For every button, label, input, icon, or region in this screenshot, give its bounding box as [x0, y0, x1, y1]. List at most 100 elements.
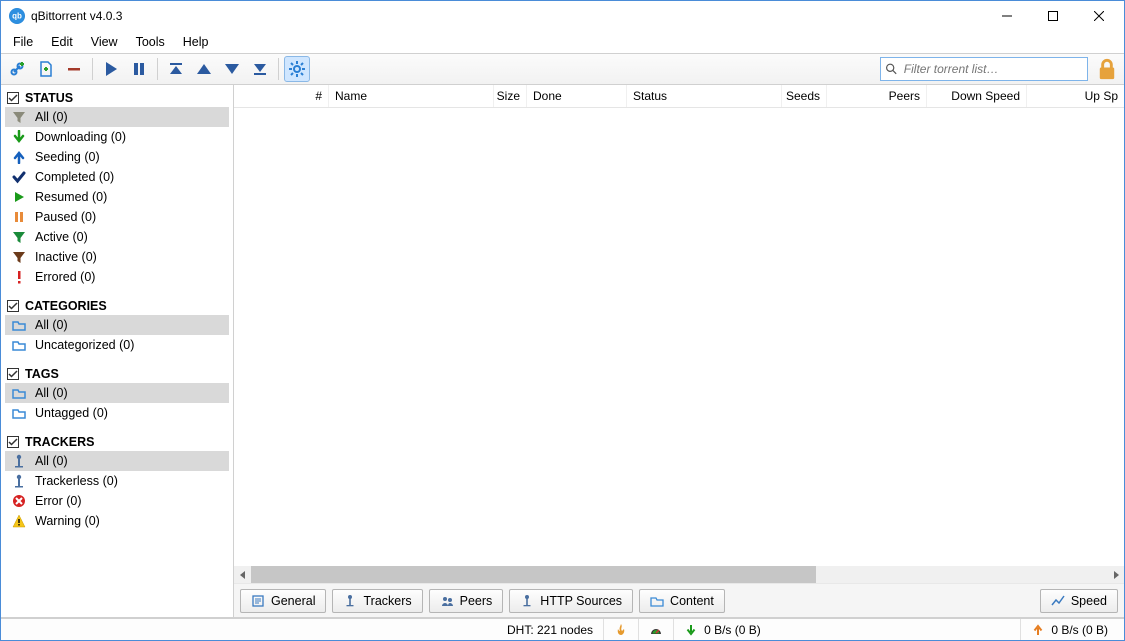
categories-uncategorized[interactable]: Uncategorized (0) [5, 335, 229, 355]
filter-search[interactable] [880, 57, 1088, 81]
col-size[interactable]: Size [497, 89, 520, 103]
folder-icon [11, 317, 27, 333]
window-title: qBittorrent v4.0.3 [31, 9, 122, 23]
col-seeds[interactable]: Seeds [786, 89, 820, 103]
status-up-speed[interactable]: 0 B/s (0 B) [1020, 619, 1118, 640]
status-active[interactable]: Active (0) [5, 227, 229, 247]
col-done[interactable]: Done [533, 89, 562, 103]
section-trackers[interactable]: TRACKERS [5, 431, 229, 451]
gauge-icon [649, 623, 663, 637]
settings-button[interactable] [284, 56, 310, 82]
tab-label: Speed [1071, 594, 1107, 608]
col-down[interactable]: Down Speed [951, 89, 1020, 103]
folder-icon [11, 337, 27, 353]
pause-button[interactable] [126, 56, 152, 82]
status-completed[interactable]: Completed (0) [5, 167, 229, 187]
tracker-icon [343, 594, 357, 608]
arrow-up-icon [1031, 623, 1045, 637]
maximize-button[interactable] [1030, 1, 1076, 31]
trackers-warning[interactable]: Warning (0) [5, 511, 229, 531]
menu-file[interactable]: File [5, 33, 41, 51]
remove-button[interactable] [61, 56, 87, 82]
horizontal-scrollbar[interactable] [234, 566, 1124, 583]
tags-all[interactable]: All (0) [5, 383, 229, 403]
col-name[interactable]: Name [335, 89, 367, 103]
col-up[interactable]: Up Sp [1085, 89, 1118, 103]
scroll-thumb[interactable] [251, 566, 816, 583]
tab-general[interactable]: General [240, 589, 326, 613]
tab-content[interactable]: Content [639, 589, 725, 613]
torrent-grid[interactable] [234, 108, 1124, 566]
check-icon [7, 368, 19, 380]
add-file-button[interactable] [33, 56, 59, 82]
sidebar-item-label: Resumed (0) [35, 190, 107, 204]
status-resumed[interactable]: Resumed (0) [5, 187, 229, 207]
check-icon [7, 436, 19, 448]
minimize-button[interactable] [984, 1, 1030, 31]
menu-tools[interactable]: Tools [128, 33, 173, 51]
status-down-speed[interactable]: 0 B/s (0 B) [673, 619, 771, 640]
section-tags[interactable]: TAGS [5, 363, 229, 383]
move-down-button[interactable] [219, 56, 245, 82]
menu-help[interactable]: Help [175, 33, 217, 51]
tab-label: Trackers [363, 594, 411, 608]
filter-icon [11, 229, 27, 245]
menu-bar: File Edit View Tools Help [1, 31, 1124, 53]
move-up-button[interactable] [191, 56, 217, 82]
tab-speed[interactable]: Speed [1040, 589, 1118, 613]
status-inactive[interactable]: Inactive (0) [5, 247, 229, 267]
tab-peers[interactable]: Peers [429, 589, 504, 613]
status-downloading[interactable]: Downloading (0) [5, 127, 229, 147]
play-icon [11, 189, 27, 205]
section-categories[interactable]: CATEGORIES [5, 295, 229, 315]
col-peers[interactable]: Peers [889, 89, 920, 103]
close-button[interactable] [1076, 1, 1122, 31]
status-dht[interactable]: DHT: 221 nodes [497, 619, 603, 640]
add-link-button[interactable] [5, 56, 31, 82]
trackers-all[interactable]: All (0) [5, 451, 229, 471]
move-bottom-button[interactable] [247, 56, 273, 82]
section-status[interactable]: STATUS [5, 87, 229, 107]
tracker-icon [11, 453, 27, 469]
status-dht-text: DHT: 221 nodes [507, 623, 593, 637]
move-top-button[interactable] [163, 56, 189, 82]
col-hash[interactable]: # [315, 89, 322, 103]
menu-view[interactable]: View [83, 33, 126, 51]
bang-icon [11, 269, 27, 285]
tab-http[interactable]: HTTP Sources [509, 589, 633, 613]
section-categories-label: CATEGORIES [25, 299, 107, 313]
trackers-error[interactable]: Error (0) [5, 491, 229, 511]
status-paused[interactable]: Paused (0) [5, 207, 229, 227]
menu-edit[interactable]: Edit [43, 33, 81, 51]
scroll-left-icon[interactable] [234, 566, 251, 583]
detail-tabs: General Trackers Peers HTTP Sources Cont… [234, 583, 1124, 617]
sidebar-item-label: Error (0) [35, 494, 82, 508]
status-seeding[interactable]: Seeding (0) [5, 147, 229, 167]
status-all[interactable]: All (0) [5, 107, 229, 127]
chart-icon [1051, 594, 1065, 608]
status-speed-limit[interactable] [638, 619, 673, 640]
tab-trackers[interactable]: Trackers [332, 589, 422, 613]
filter-input[interactable] [902, 61, 1083, 77]
check-icon [11, 169, 27, 185]
tags-untagged[interactable]: Untagged (0) [5, 403, 229, 423]
trackers-trackerless[interactable]: Trackerless (0) [5, 471, 229, 491]
error-icon [11, 493, 27, 509]
column-headers[interactable]: # Name Size Done Status Seeds Peers Down… [234, 85, 1124, 108]
document-icon [251, 594, 265, 608]
lock-button[interactable] [1094, 56, 1120, 82]
check-icon [7, 92, 19, 104]
resume-button[interactable] [98, 56, 124, 82]
sidebar-item-label: Paused (0) [35, 210, 96, 224]
sidebar-item-label: All (0) [35, 110, 68, 124]
title-bar: qBittorrent v4.0.3 [1, 1, 1124, 31]
sidebar-item-label: Active (0) [35, 230, 88, 244]
sidebar-item-label: Inactive (0) [35, 250, 97, 264]
check-icon [7, 300, 19, 312]
categories-all[interactable]: All (0) [5, 315, 229, 335]
filter-icon [11, 249, 27, 265]
status-errored[interactable]: Errored (0) [5, 267, 229, 287]
col-status[interactable]: Status [633, 89, 667, 103]
scroll-right-icon[interactable] [1107, 566, 1124, 583]
status-firewall[interactable] [603, 619, 638, 640]
